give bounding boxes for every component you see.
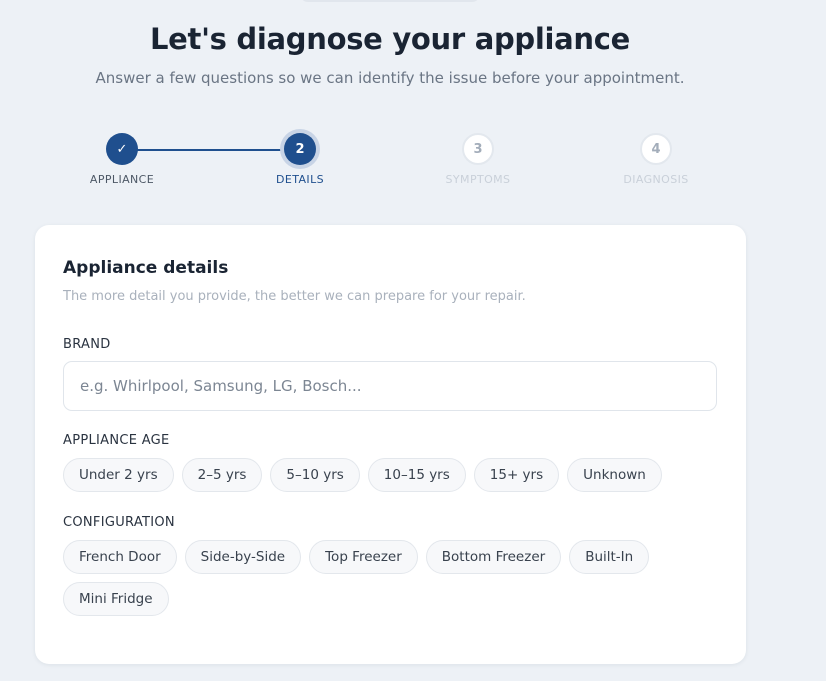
step-label: APPLIANCE (89, 173, 155, 186)
config-option-bottom-freezer[interactable]: Bottom Freezer (425, 540, 562, 574)
check-icon: ✓ (106, 133, 138, 165)
appliance-age-label: APPLIANCE AGE (63, 433, 170, 448)
page-subtitle: Answer a few questions so we can identif… (95, 69, 685, 87)
step-diagnosis: 4 DIAGNOSIS (596, 130, 716, 186)
configuration-options: French Door Side-by-Side Top Freezer Bot… (63, 540, 688, 616)
configuration-label: CONFIGURATION (63, 515, 175, 530)
config-option-top-freezer[interactable]: Top Freezer (309, 540, 418, 574)
card-title: Appliance details (63, 258, 229, 278)
age-option-5-10[interactable]: 5–10 yrs (270, 458, 360, 492)
progress-stepper: ✓ APPLIANCE 2 DETAILS 3 SYMPTOMS 4 DIAGN… (0, 130, 826, 200)
card-description: The more detail you provide, the better … (63, 289, 526, 304)
config-option-mini-fridge[interactable]: Mini Fridge (63, 582, 169, 616)
age-option-under-2[interactable]: Under 2 yrs (63, 458, 174, 492)
step-label: DIAGNOSIS (623, 173, 689, 186)
top-decoration (300, 0, 480, 2)
step-symptoms: 3 SYMPTOMS (418, 130, 538, 186)
appliance-age-options: Under 2 yrs 2–5 yrs 5–10 yrs 10–15 yrs 1… (63, 458, 723, 492)
age-option-2-5[interactable]: 2–5 yrs (181, 458, 263, 492)
step-number: 3 (462, 133, 494, 165)
appliance-details-card: Appliance details The more detail you pr… (35, 225, 746, 664)
age-option-unknown[interactable]: Unknown (567, 458, 662, 492)
step-label: SYMPTOMS (445, 173, 511, 186)
step-appliance[interactable]: ✓ APPLIANCE (62, 130, 182, 186)
brand-label: BRAND (63, 337, 111, 352)
step-label: DETAILS (276, 173, 324, 186)
config-option-french-door[interactable]: French Door (63, 540, 177, 574)
step-number: 2 (284, 133, 316, 165)
config-option-side-by-side[interactable]: Side-by-Side (184, 540, 302, 574)
config-option-built-in[interactable]: Built-In (569, 540, 650, 574)
step-details[interactable]: 2 DETAILS (240, 130, 360, 186)
brand-input[interactable] (63, 361, 717, 411)
age-option-15-plus[interactable]: 15+ yrs (473, 458, 560, 492)
step-number: 4 (640, 133, 672, 165)
page-title: Let's diagnose your appliance (149, 22, 631, 56)
age-option-10-15[interactable]: 10–15 yrs (367, 458, 466, 492)
